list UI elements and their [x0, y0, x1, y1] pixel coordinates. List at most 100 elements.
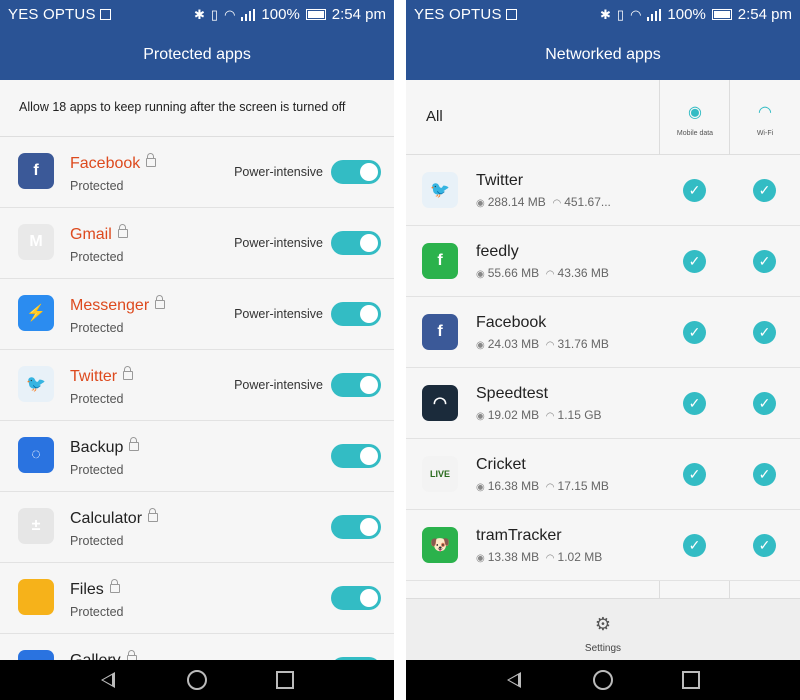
mobile-data-check[interactable]: ✓: [683, 250, 706, 273]
protect-toggle[interactable]: [331, 444, 381, 468]
app-status: Protected: [70, 463, 124, 477]
navigation-bar: [0, 660, 394, 700]
protected-app-row[interactable]: M Gmail Protected Power-intensive: [0, 208, 394, 279]
networked-app-row[interactable]: 🐶 tramTracker ◉ 13.38 MB ◠ 1.02 MB ✓ ✓: [406, 510, 800, 581]
usage-stats: ◉ 24.03 MB ◠ 31.76 MB: [476, 337, 609, 351]
back-icon[interactable]: [101, 672, 115, 688]
mobile-data-column-header[interactable]: ◉ Mobile data: [660, 80, 730, 154]
lock-icon: [123, 366, 134, 380]
speedtest-icon: ◠: [422, 385, 458, 421]
app-name: Calculator: [70, 508, 159, 528]
wifi-check[interactable]: ✓: [753, 463, 776, 486]
power-intensive-label: Power-intensive: [234, 165, 323, 179]
wifi-icon: ◠: [545, 269, 555, 280]
app-status: Protected: [70, 250, 124, 264]
carrier-name: YES OPTUS: [414, 6, 517, 23]
toggle-knob: [360, 376, 378, 394]
wifi-icon: ◠: [545, 340, 555, 351]
messenger-icon: ⚡: [18, 295, 54, 331]
navigation-bar: [406, 660, 800, 700]
battery-icon: [305, 9, 326, 20]
networked-app-row[interactable]: LIVE Cricket ◉ 16.38 MB ◠ 17.15 MB ✓ ✓: [406, 439, 800, 510]
recent-apps-icon[interactable]: [682, 671, 700, 689]
vibrate-icon: ▯: [210, 6, 219, 22]
protect-toggle[interactable]: [331, 586, 381, 610]
power-intensive-label: Power-intensive: [234, 307, 323, 321]
app-name: Twitter: [476, 172, 524, 189]
protected-app-row[interactable]: 🐦 Twitter Protected Power-intensive: [0, 350, 394, 421]
protected-app-row[interactable]: ± Calculator Protected: [0, 492, 394, 563]
mobile-data-check[interactable]: ✓: [683, 321, 706, 344]
battery-icon: [711, 9, 732, 20]
app-status: Protected: [70, 534, 124, 548]
protect-toggle[interactable]: [331, 373, 381, 397]
mobile-data-icon: ◉: [476, 411, 485, 422]
wifi-icon: ◠: [630, 6, 642, 22]
home-icon[interactable]: [187, 670, 207, 690]
mobile-data-check[interactable]: ✓: [683, 463, 706, 486]
bluetooth-icon: ✱: [600, 6, 611, 22]
settings-bar[interactable]: ⚙ Settings: [406, 598, 800, 661]
all-apps-label[interactable]: All: [426, 108, 443, 125]
wifi-check[interactable]: ✓: [753, 321, 776, 344]
networked-app-row[interactable]: f Facebook ◉ 24.03 MB ◠ 31.76 MB ✓ ✓: [406, 297, 800, 368]
protect-toggle[interactable]: [331, 515, 381, 539]
signal-icon: [241, 8, 256, 21]
vibrate-icon: ▯: [616, 6, 625, 22]
protect-toggle[interactable]: [331, 302, 381, 326]
page-title: Networked apps: [406, 30, 800, 80]
protected-app-row[interactable]: Files Protected: [0, 563, 394, 634]
mobile-data-check[interactable]: ✓: [683, 392, 706, 415]
usage-stats: ◉ 19.02 MB ◠ 1.15 GB: [476, 408, 602, 422]
protected-notice: Allow 18 apps to keep running after the …: [0, 80, 394, 137]
back-icon[interactable]: [507, 672, 521, 688]
status-bar: YES OPTUS ✱ ▯ ◠ 100% 2:54 pm: [0, 0, 394, 30]
screenshot-icon: [99, 9, 111, 20]
app-name: Facebook: [476, 314, 547, 331]
calculator-icon: ±: [18, 508, 54, 544]
backup-icon: ◌: [18, 437, 54, 473]
app-name: Backup: [70, 437, 140, 457]
wifi-icon: ◠: [545, 553, 555, 564]
signal-icon: [647, 8, 662, 21]
mobile-data-check[interactable]: ✓: [683, 534, 706, 557]
clock: 2:54 pm: [737, 6, 792, 23]
protected-app-row[interactable]: ◌ Backup Protected: [0, 421, 394, 492]
networked-app-row[interactable]: f feedly ◉ 55.66 MB ◠ 43.36 MB ✓ ✓: [406, 226, 800, 297]
battery-percent: 100%: [667, 6, 706, 23]
mobile-data-check[interactable]: ✓: [683, 179, 706, 202]
protected-app-row[interactable]: ⚡ Messenger Protected Power-intensive: [0, 279, 394, 350]
toggle-knob: [360, 305, 378, 323]
wifi-column-header[interactable]: ◠ Wi-Fi: [730, 80, 800, 154]
facebook-icon: f: [18, 153, 54, 189]
wifi-check[interactable]: ✓: [753, 534, 776, 557]
gear-icon[interactable]: ⚙: [592, 613, 614, 635]
toggle-knob: [360, 447, 378, 465]
power-intensive-label: Power-intensive: [234, 378, 323, 392]
networked-app-row[interactable]: 🐦 Twitter ◉ 288.14 MB ◠ 451.67... ✓ ✓: [406, 155, 800, 226]
lock-icon: [109, 579, 120, 593]
app-status: Protected: [70, 392, 124, 406]
page-title: Protected apps: [0, 30, 394, 80]
status-bar: YES OPTUS ✱ ▯ ◠ 100% 2:54 pm: [406, 0, 800, 30]
networked-app-row[interactable]: ◠ Speedtest ◉ 19.02 MB ◠ 1.15 GB ✓ ✓: [406, 368, 800, 439]
wifi-check[interactable]: ✓: [753, 250, 776, 273]
networked-app-list: 🐦 Twitter ◉ 288.14 MB ◠ 451.67... ✓ ✓ f feedly ◉ 5…: [406, 155, 800, 581]
wifi-check[interactable]: ✓: [753, 392, 776, 415]
lock-icon: [129, 437, 140, 451]
feedly-icon: f: [422, 243, 458, 279]
protect-toggle[interactable]: [331, 231, 381, 255]
protect-toggle[interactable]: [331, 160, 381, 184]
app-name: Speedtest: [476, 385, 549, 402]
wifi-check[interactable]: ✓: [753, 179, 776, 202]
screenshot-icon: [505, 9, 517, 20]
settings-label[interactable]: Settings: [406, 643, 800, 654]
protected-app-row[interactable]: f Facebook Protected Power-intensive: [0, 137, 394, 208]
recent-apps-icon[interactable]: [276, 671, 294, 689]
app-name: Messenger: [70, 295, 166, 315]
twitter-icon: 🐦: [18, 366, 54, 402]
home-icon[interactable]: [593, 670, 613, 690]
lock-icon: [155, 295, 166, 309]
mobile-data-icon: ◉: [476, 269, 485, 280]
lock-icon: [146, 153, 157, 167]
